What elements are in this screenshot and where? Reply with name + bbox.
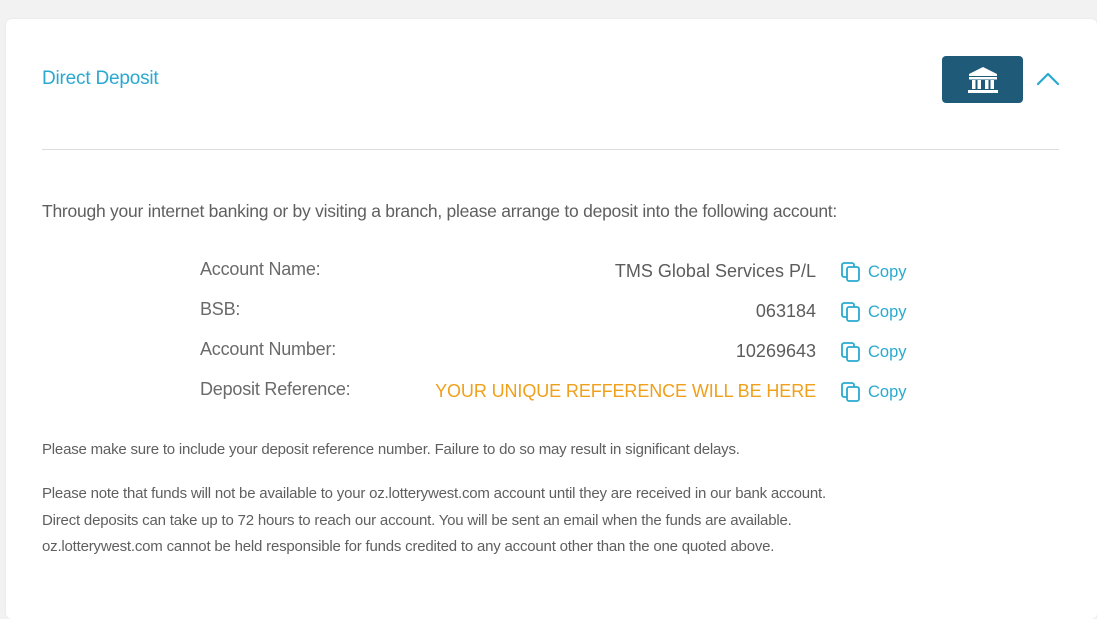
bsb-row: BSB: 063184 Copy [200, 299, 920, 327]
deposit-reference-row: Deposit Reference: YOUR UNIQUE REFFERENC… [200, 379, 920, 407]
bsb-label: BSB: [200, 299, 241, 319]
direct-deposit-card: Direct Deposit Through your internet ban… [6, 19, 1097, 619]
divider [42, 149, 1059, 150]
account-number-label: Account Number: [200, 339, 337, 359]
bank-icon [967, 66, 998, 93]
copy-icon [841, 302, 860, 322]
copy-label: Copy [868, 302, 907, 321]
availability-note-line-3: oz.lotterywest.com cannot be held respon… [42, 538, 775, 555]
bsb-value: 063184 [755, 301, 816, 321]
deposit-instructions: Through your internet banking or by visi… [42, 201, 838, 221]
card-header[interactable]: Direct Deposit [6, 19, 1097, 149]
copy-bsb-button[interactable]: Copy [840, 301, 907, 323]
reference-warning: Please make sure to include your deposit… [42, 441, 740, 458]
availability-note-line-2: Direct deposits can take up to 72 hours … [42, 512, 792, 529]
account-name-value: TMS Global Services P/L [614, 261, 816, 281]
bank-button[interactable] [942, 56, 1023, 103]
copy-account-number-button[interactable]: Copy [840, 341, 907, 363]
copy-deposit-reference-button[interactable]: Copy [840, 381, 907, 403]
copy-icon [841, 262, 860, 282]
copy-label: Copy [868, 262, 907, 281]
section-title: Direct Deposit [42, 68, 159, 89]
deposit-reference-label: Deposit Reference: [200, 379, 351, 399]
availability-note-line-1: Please note that funds will not be avail… [42, 485, 826, 502]
account-number-row: Account Number: 10269643 Copy [200, 339, 920, 367]
copy-label: Copy [868, 342, 907, 361]
chevron-up-icon[interactable] [1034, 65, 1062, 93]
deposit-reference-value: YOUR UNIQUE REFFERENCE WILL BE HERE [435, 381, 816, 401]
copy-icon [841, 342, 860, 362]
account-name-row: Account Name: TMS Global Services P/L Co… [200, 259, 920, 287]
copy-icon [841, 382, 860, 402]
copy-account-name-button[interactable]: Copy [840, 261, 907, 283]
account-name-label: Account Name: [200, 259, 321, 279]
copy-label: Copy [868, 382, 907, 401]
account-number-value: 10269643 [735, 341, 816, 361]
